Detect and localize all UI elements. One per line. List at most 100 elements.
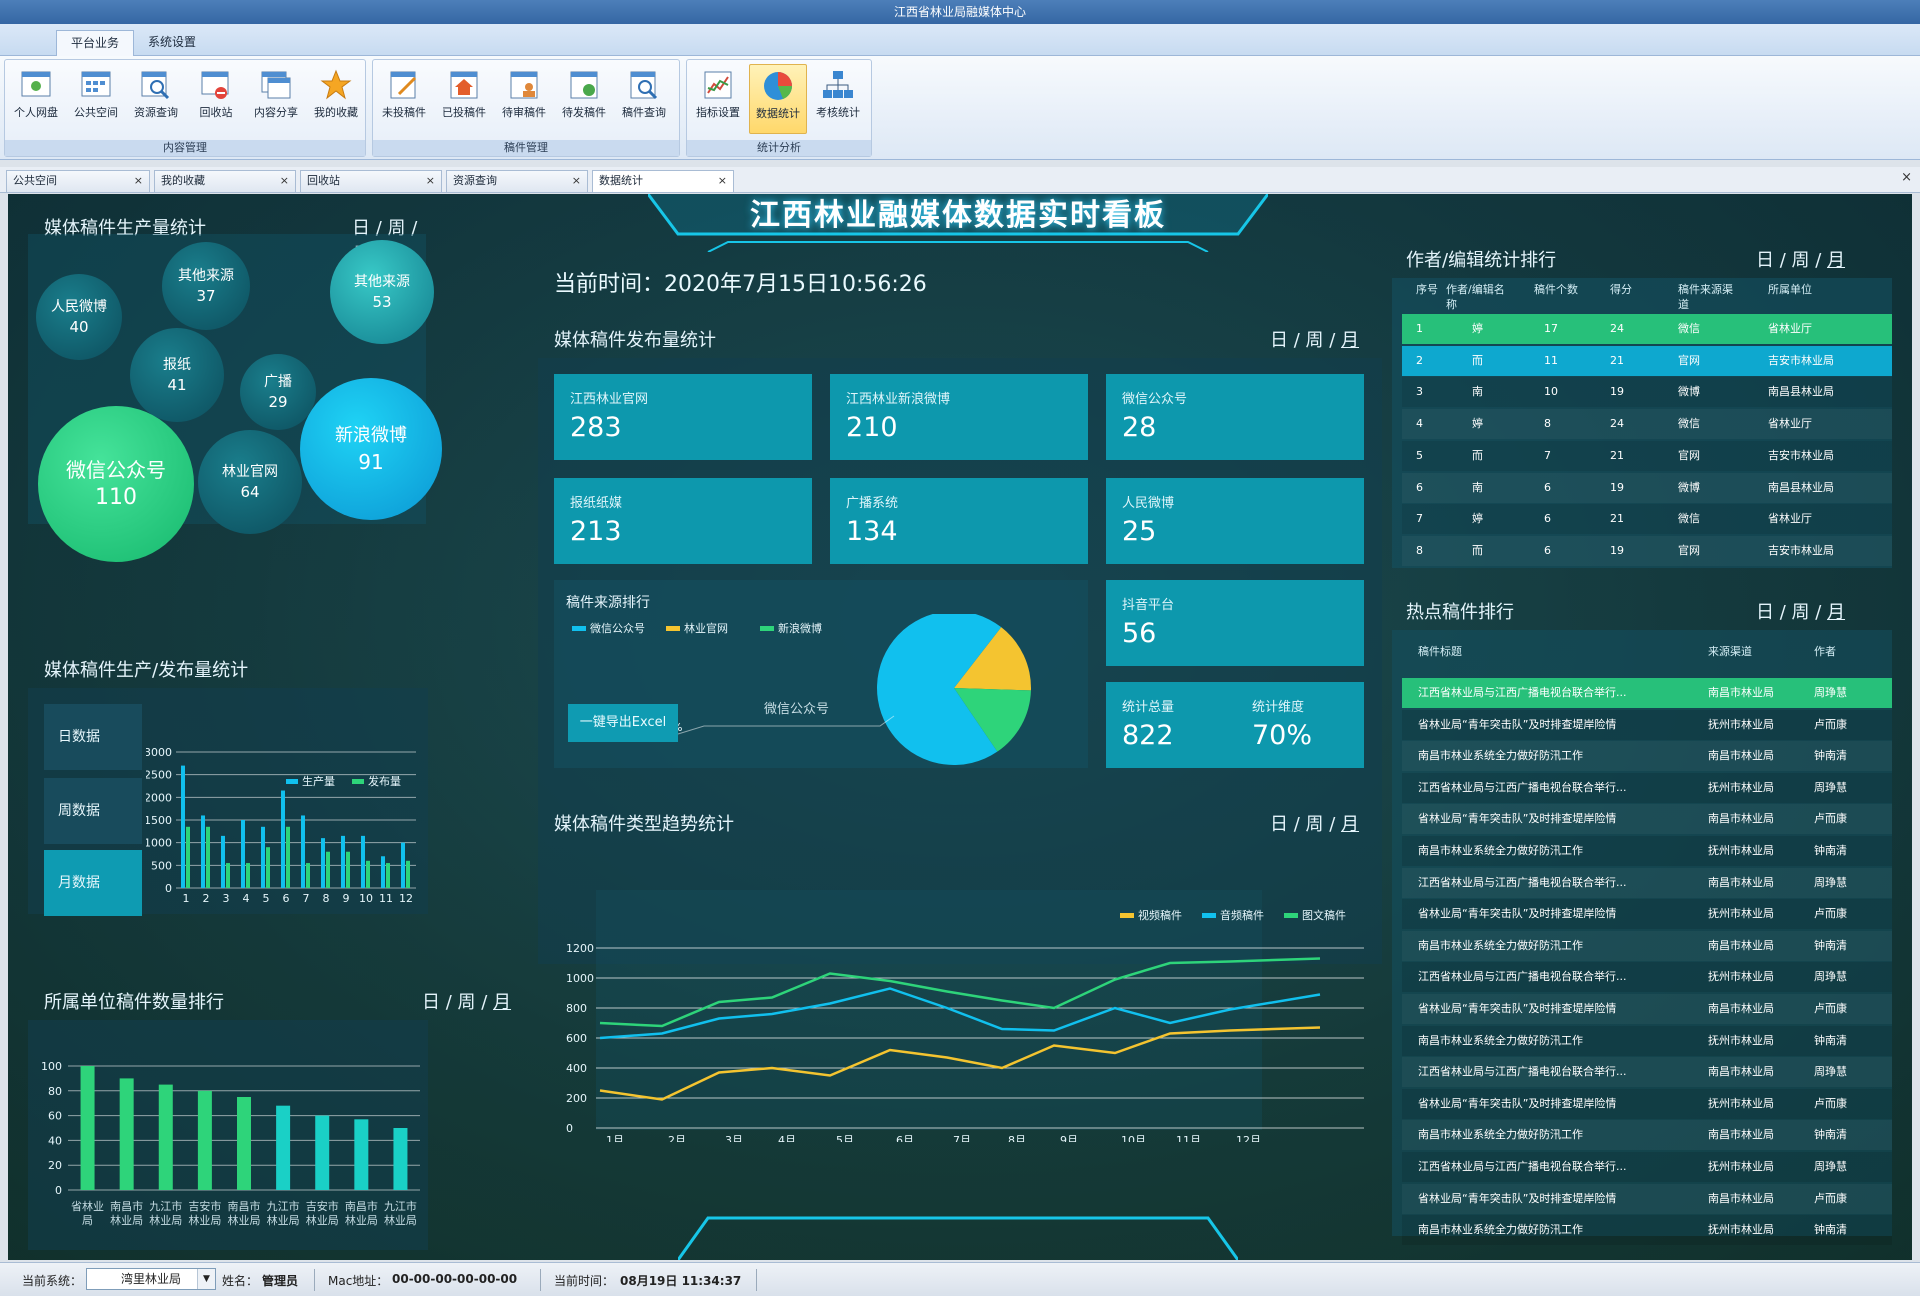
total-label: 统计总量 bbox=[1122, 700, 1175, 715]
hot-table-row[interactable]: 江西省林业局与江西广播电视台联合举行... 抚州市林业局 周琤慧 bbox=[1402, 772, 1892, 803]
range-week[interactable]: 周 bbox=[1306, 330, 1324, 351]
authors-table-row[interactable]: 3 南 10 19 微博 南昌县林业局 bbox=[1402, 377, 1892, 408]
publish-card: 广播系统 134 bbox=[830, 478, 1088, 564]
range-day[interactable]: 日 bbox=[1756, 602, 1774, 623]
pending-review-button[interactable]: 待审稿件 bbox=[495, 64, 553, 134]
month-data-button[interactable]: 月数据 bbox=[44, 850, 142, 916]
export-excel-button[interactable]: 一键导出Excel bbox=[568, 704, 678, 742]
bar bbox=[406, 860, 410, 888]
authors-table-row[interactable]: 6 南 6 19 微博 南昌县林业局 bbox=[1402, 472, 1892, 503]
hot-table-row[interactable]: 省林业局“青年突击队”及时排查堤岸险情 抚州市林业局 卢而康 bbox=[1402, 1088, 1892, 1119]
bubble-area: 人民微博 40 其他来源 37 其他来源 53 报纸 41 广播 29 新浪微博 91 微信… bbox=[28, 234, 442, 562]
hot-table-row[interactable]: 省林业局“青年突击队”及时排查堤岸险情 南昌市林业局 卢而康 bbox=[1402, 1183, 1892, 1214]
range-day[interactable]: 日 bbox=[1270, 814, 1288, 835]
range-week[interactable]: 周 bbox=[1792, 602, 1810, 623]
hot-table-row[interactable]: 江西省林业局与江西广播电视台联合举行... 抚州市林业局 周琤慧 bbox=[1402, 1152, 1892, 1182]
authors-table-row[interactable]: 1 婷 17 24 微信 省林业厅 bbox=[1402, 314, 1892, 344]
range-month[interactable]: 月 bbox=[493, 992, 511, 1013]
tab-platform[interactable]: 平台业务 bbox=[56, 30, 135, 56]
hot-table-row[interactable]: 省林业局“青年突击队”及时排查堤岸险情 南昌市林业局 卢而康 bbox=[1402, 994, 1892, 1024]
authors-cell: 7 bbox=[1544, 448, 1551, 462]
authors-table-row[interactable]: 2 而 11 21 官网 吉安市林业局 bbox=[1402, 345, 1892, 376]
authors-cell: 2 bbox=[1416, 353, 1423, 367]
hot-table-row[interactable]: 南昌市林业系统全力做好防汛工作 抚州市林业局 钟南清 bbox=[1402, 836, 1892, 866]
content-share-button[interactable]: 内容分享 bbox=[247, 64, 305, 134]
range-week[interactable]: 周 bbox=[1306, 814, 1324, 835]
range-month[interactable]: 月 bbox=[1341, 814, 1359, 835]
recycle-bin-label: 回收站 bbox=[199, 106, 233, 119]
doc-tab-data-statistics[interactable]: 数据统计 × bbox=[592, 170, 734, 192]
tab-close-icon[interactable]: × bbox=[280, 171, 289, 191]
doc-tab-favorites[interactable]: 我的收藏 × bbox=[154, 170, 296, 192]
range-month[interactable]: 月 bbox=[1341, 330, 1359, 351]
range-day[interactable]: 日 bbox=[422, 992, 440, 1013]
card-value: 134 bbox=[846, 516, 898, 547]
org-chart-icon bbox=[823, 71, 853, 98]
authors-cell: 而 bbox=[1472, 543, 1483, 557]
window-title: 江西省林业局融媒体中心 bbox=[0, 0, 1920, 24]
authors-table-row[interactable]: 7 婷 6 21 微信 省林业厅 bbox=[1402, 504, 1892, 535]
authors-range: 日 / 周 / 月 bbox=[1756, 246, 1845, 272]
submitted-button[interactable]: 已投稿件 bbox=[435, 64, 493, 134]
range-month[interactable]: 月 bbox=[1827, 250, 1845, 271]
hot-table-row[interactable]: 省林业局“青年突击队”及时排查堤岸险情 抚州市林业局 卢而康 bbox=[1402, 899, 1892, 930]
range-day[interactable]: 日 bbox=[1270, 330, 1288, 351]
authors-cell: 吉安市林业局 bbox=[1768, 543, 1834, 557]
week-data-button[interactable]: 周数据 bbox=[44, 778, 142, 844]
range-day[interactable]: 日 bbox=[1756, 250, 1774, 271]
hot-table-row[interactable]: 江西省林业局与江西广播电视台联合举行... 南昌市林业局 周琤慧 bbox=[1402, 867, 1892, 898]
system-select[interactable]: 湾里林业局 ▼ bbox=[86, 1268, 216, 1290]
divider bbox=[314, 1269, 315, 1291]
tab-close-icon[interactable]: × bbox=[134, 171, 143, 191]
tab-system-settings[interactable]: 系统设置 bbox=[134, 30, 210, 56]
hot-table-row[interactable]: 南昌市林业系统全力做好防汛工作 南昌市林业局 钟南清 bbox=[1402, 930, 1892, 961]
indicator-settings-button[interactable]: 指标设置 bbox=[689, 64, 747, 134]
manuscript-query-button[interactable]: 稿件查询 bbox=[615, 64, 673, 134]
doc-tab-public-space[interactable]: 公共空间 × bbox=[6, 170, 150, 192]
authors-table-row[interactable]: 4 婷 8 24 微信 省林业厅 bbox=[1402, 409, 1892, 440]
public-space-icon bbox=[81, 71, 111, 97]
public-space-button[interactable]: 公共空间 bbox=[67, 64, 125, 134]
bar bbox=[206, 826, 210, 888]
chevron-down-icon[interactable]: ▼ bbox=[197, 1269, 215, 1289]
bubble-item: 其他来源 53 bbox=[330, 240, 434, 344]
data-statistics-button[interactable]: 数据统计 bbox=[749, 64, 807, 134]
doc-tab-recycle-bin[interactable]: 回收站 × bbox=[300, 170, 442, 192]
authors-cell: 省林业厅 bbox=[1768, 322, 1812, 335]
hot-table-row[interactable]: 省林业局“青年突击队”及时排查堤岸险情 南昌市林业局 卢而康 bbox=[1402, 804, 1892, 835]
authors-table-row[interactable]: 5 而 7 21 官网 吉安市林业局 bbox=[1402, 440, 1892, 471]
current-time: 当前时间：2020年7月15日10:56:26 bbox=[554, 272, 927, 297]
tab-close-icon[interactable]: × bbox=[718, 171, 727, 191]
doc-tab-resource-query[interactable]: 资源查询 × bbox=[446, 170, 588, 192]
hot-cell: 抚州市林业局 bbox=[1708, 717, 1774, 731]
hot-table-row[interactable]: 江西省林业局与江西广播电视台联合举行... 南昌市林业局 周琤慧 bbox=[1402, 678, 1892, 708]
hot-table-row[interactable]: 江西省林业局与江西广播电视台联合举行... 抚州市林业局 周琤慧 bbox=[1402, 962, 1892, 993]
pending-review-label: 待审稿件 bbox=[502, 106, 546, 119]
recycle-bin-button[interactable]: 回收站 bbox=[187, 64, 245, 134]
range-week[interactable]: 周 bbox=[1792, 250, 1810, 271]
authors-table-row[interactable]: 8 而 6 19 官网 吉安市林业局 bbox=[1402, 535, 1892, 566]
hot-table-row[interactable]: 南昌市林业系统全力做好防汛工作 南昌市林业局 钟南清 bbox=[1402, 1120, 1892, 1151]
hot-table-row[interactable]: 南昌市林业系统全力做好防汛工作 南昌市林业局 钟南清 bbox=[1402, 741, 1892, 772]
close-all-icon[interactable]: × bbox=[1901, 170, 1912, 185]
hot-table-row[interactable]: 江西省林业局与江西广播电视台联合举行... 南昌市林业局 周琤慧 bbox=[1402, 1057, 1892, 1088]
tab-close-icon[interactable]: × bbox=[426, 171, 435, 191]
x-tick-label: 5月 bbox=[836, 1134, 854, 1142]
authors-cell: 南 bbox=[1472, 480, 1483, 494]
authors-cell: 6 bbox=[1544, 480, 1551, 494]
unsubmitted-button[interactable]: 未投稿件 bbox=[375, 64, 433, 134]
pending-publish-button[interactable]: 待发稿件 bbox=[555, 64, 613, 134]
personal-disk-button[interactable]: 个人网盘 bbox=[7, 64, 65, 134]
assessment-statistics-button[interactable]: 考核统计 bbox=[809, 64, 867, 134]
day-data-button[interactable]: 日数据 bbox=[44, 704, 142, 770]
hot-table-row[interactable]: 南昌市林业系统全力做好防汛工作 抚州市林业局 钟南清 bbox=[1402, 1025, 1892, 1056]
range-week[interactable]: 周 bbox=[458, 992, 476, 1013]
my-favorites-button[interactable]: 我的收藏 bbox=[307, 64, 365, 134]
resource-query-button[interactable]: 资源查询 bbox=[127, 64, 185, 134]
hot-table-row[interactable]: 南昌市林业系统全力做好防汛工作 抚州市林业局 钟南清 bbox=[1402, 1215, 1892, 1246]
bar bbox=[315, 1115, 330, 1190]
range-month[interactable]: 月 bbox=[1827, 602, 1845, 623]
hot-table-row[interactable]: 省林业局“青年突击队”及时排查堤岸险情 抚州市林业局 卢而康 bbox=[1402, 709, 1892, 740]
dimension-value: 70% bbox=[1252, 720, 1313, 751]
tab-close-icon[interactable]: × bbox=[572, 171, 581, 191]
